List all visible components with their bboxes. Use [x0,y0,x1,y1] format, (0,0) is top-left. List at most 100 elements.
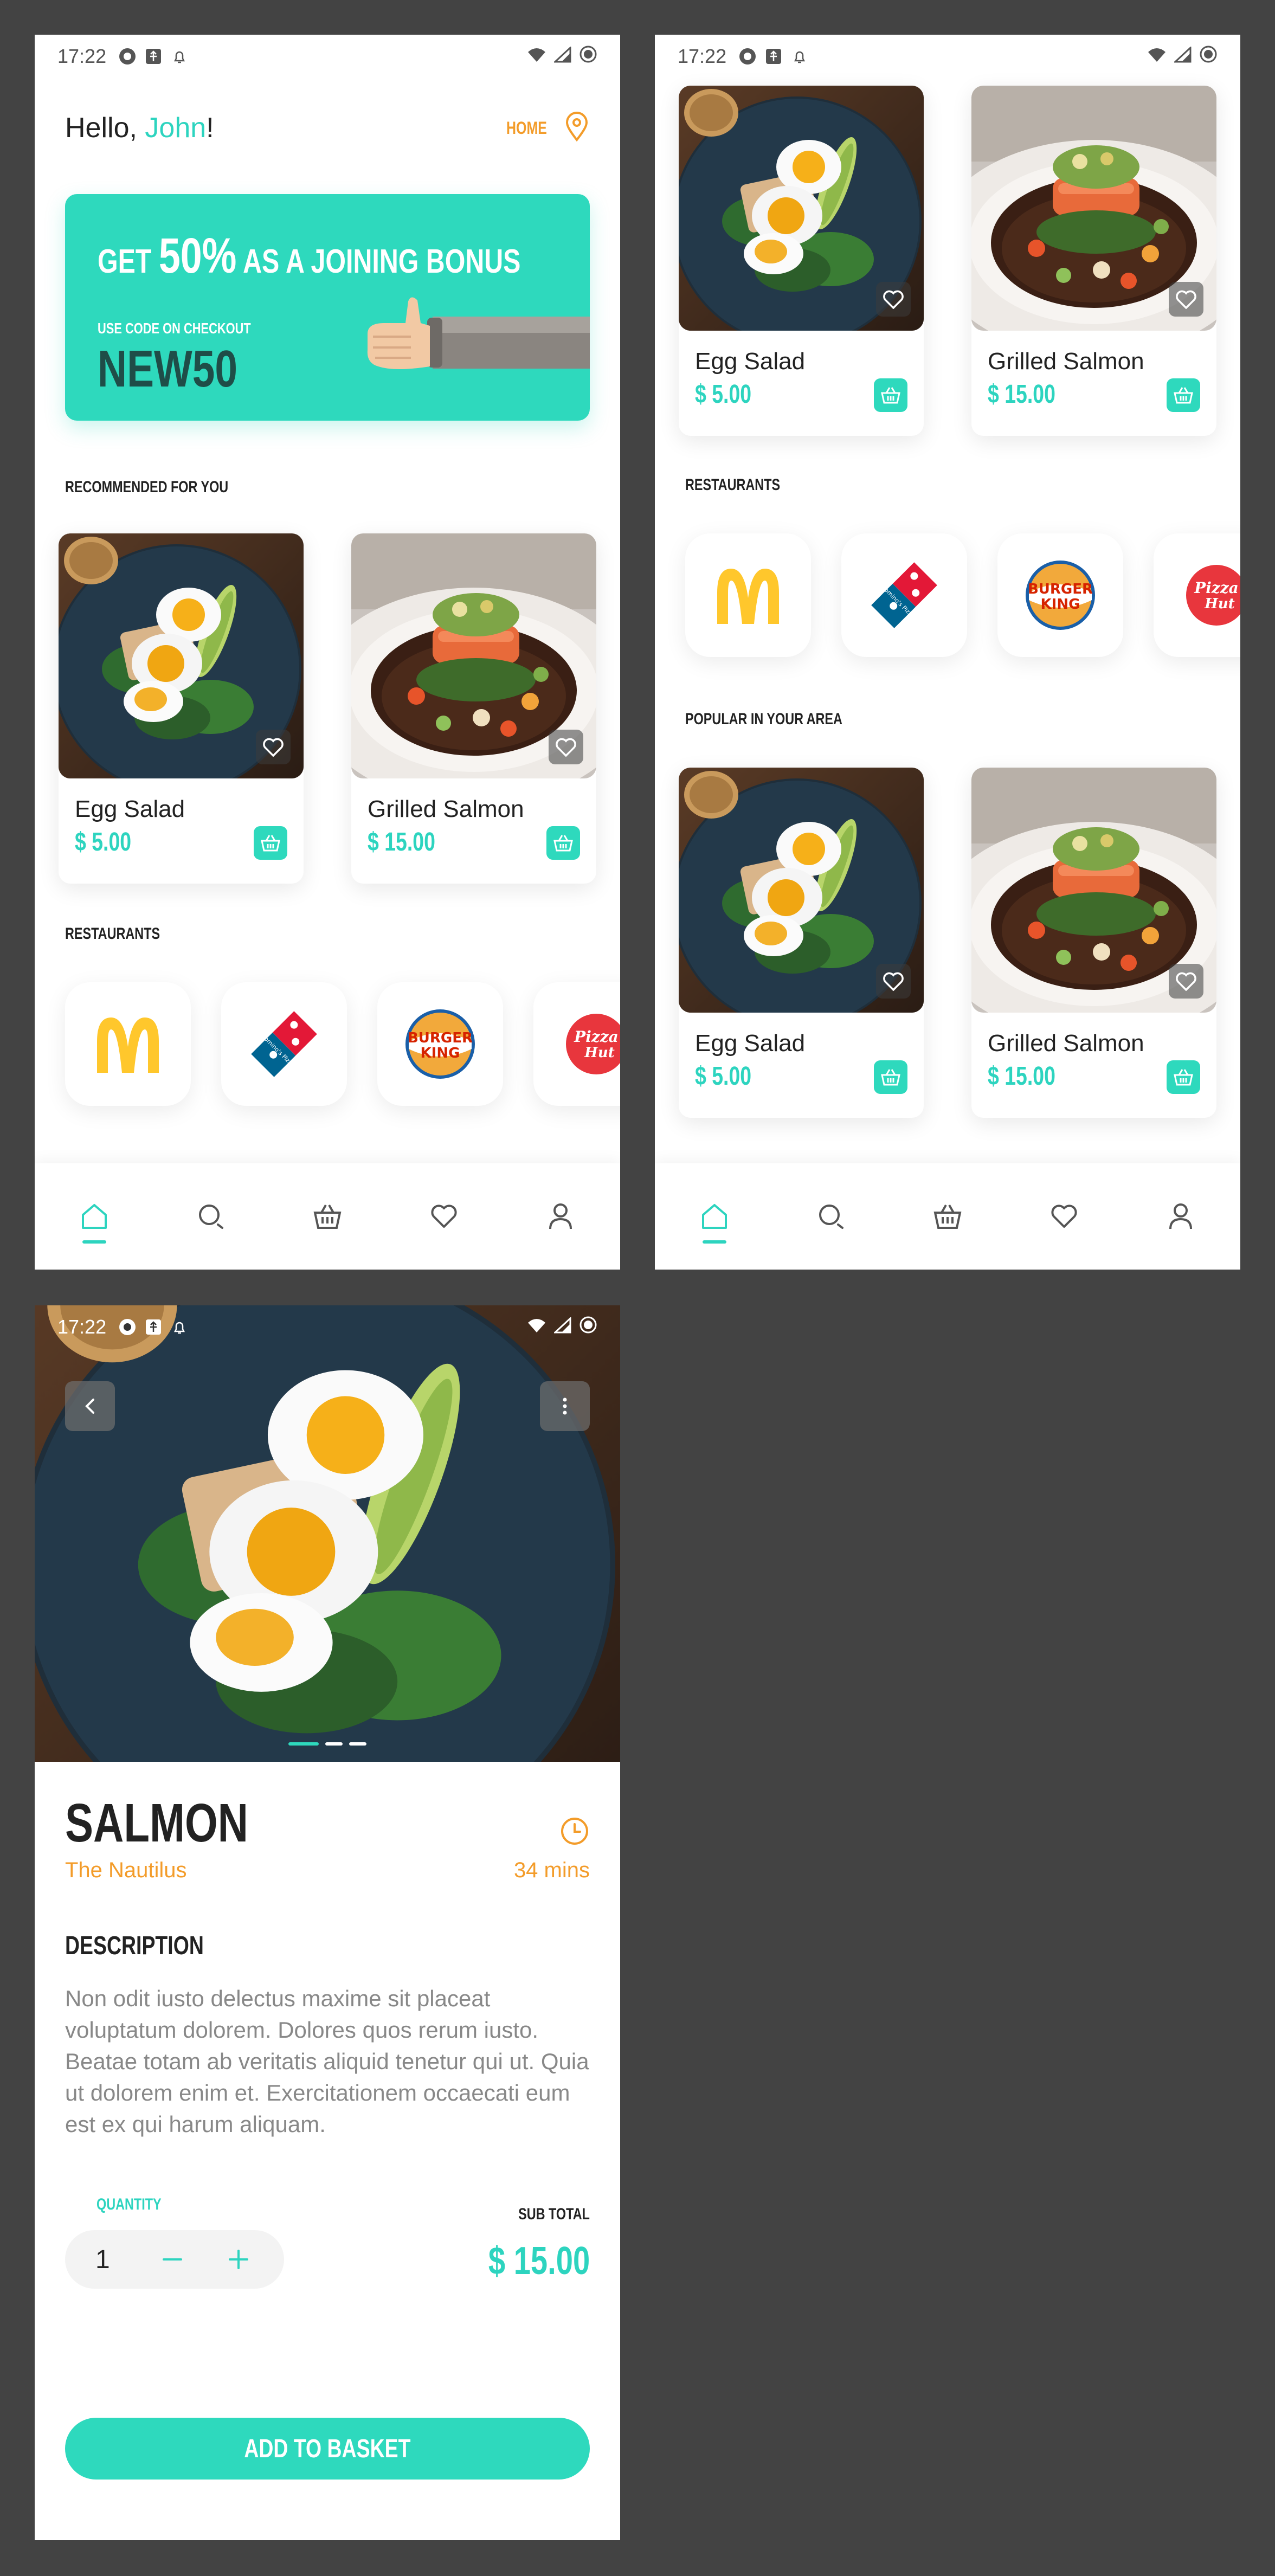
restaurant-mcdonalds[interactable] [65,982,191,1106]
favorite-heart-icon[interactable] [876,964,911,999]
decrease-quantity-button[interactable] [156,2243,189,2276]
restaurant-pizza-hut[interactable]: Pizza Hut [1154,533,1240,657]
wifi-icon [527,45,546,68]
add-basket-icon[interactable] [254,826,287,860]
delivery-time: 34 mins [513,1858,590,1882]
promo-code: NEW50 [98,340,237,398]
nav-basket[interactable] [306,1195,349,1238]
pizza-hut-text-pizza: Pizza [574,1028,619,1046]
nav-home[interactable] [693,1195,736,1238]
basket-icon [313,1205,342,1229]
restaurant-mcdonalds[interactable] [685,533,811,657]
add-basket-icon[interactable] [874,1060,907,1094]
battery-icon [579,45,597,68]
food-name: Grilled Salmon [368,796,524,822]
nav-profile[interactable] [1159,1195,1202,1238]
product-title: SALMON [65,1793,248,1853]
pizza-hut-text-hut: Hut [1204,596,1234,612]
page-dot[interactable] [325,1742,343,1746]
add-basket-icon[interactable] [874,378,907,412]
nav-search[interactable] [809,1195,853,1238]
heart-icon [431,1205,457,1228]
food-card-egg-salad[interactable]: Egg Salad $ 5.00 [59,533,304,884]
subtotal-label: SUB TOTAL [518,2205,590,2223]
section-title-popular: POPULAR IN YOUR AREA [685,710,842,728]
food-card-egg-salad[interactable]: Egg Salad $ 5.00 [679,86,924,436]
nav-basket[interactable] [926,1195,969,1238]
nav-favorites[interactable] [1042,1195,1086,1238]
nav-favorites[interactable] [422,1195,466,1238]
page-dot-active[interactable] [288,1742,319,1746]
food-price: $ 5.00 [695,1062,752,1091]
nav-active-indicator [703,1240,726,1244]
add-basket-icon[interactable] [1167,378,1200,412]
food-price: $ 5.00 [695,380,752,409]
food-card-grilled-salmon[interactable]: Grilled Salmon $ 15.00 [971,86,1216,436]
restaurant-dominos[interactable]: Domino's Pizza [841,533,967,657]
dominos-logo: Domino's Pizza [871,562,937,628]
food-card-grilled-salmon[interactable]: Grilled Salmon $ 15.00 [351,533,596,884]
page-dot[interactable] [349,1742,366,1746]
status-time: 17:22 [57,1316,107,1338]
bell-icon [790,47,809,66]
battery-icon [579,1316,597,1339]
quantity-stepper[interactable]: 1 [65,2230,284,2289]
restaurant-pizza-hut[interactable]: Pizza Hut [533,982,620,1106]
food-price: $ 15.00 [368,828,435,856]
home-screen-scrolled: 17:22 Egg Salad $ 5.00 Grilled Salmon $ … [655,35,1240,1270]
plus-icon [229,2250,248,2269]
nav-profile[interactable] [539,1195,582,1238]
restaurant-burger-king[interactable]: BURGER KING [997,533,1123,657]
restaurant-dominos[interactable]: Domino's Pizza [221,982,347,1106]
add-basket-icon[interactable] [1167,1060,1200,1094]
promo-prefix: GET [98,243,159,280]
pizza-hut-text-pizza: Pizza [1194,579,1239,597]
food-name: Grilled Salmon [988,348,1144,375]
nav-home[interactable] [73,1195,116,1238]
promo-headline: GET 50% AS A JOINING BONUS [98,228,520,285]
product-detail-screen: 17:22 SALMON The Nautilus 34 mins DESCRI… [35,1305,620,2540]
add-basket-icon[interactable] [546,826,580,860]
food-price: $ 5.00 [75,828,132,856]
restaurant-name[interactable]: The Nautilus [65,1858,187,1883]
food-card-grilled-salmon[interactable]: Grilled Salmon $ 15.00 [971,768,1216,1118]
profile-icon [549,1203,572,1229]
dominos-logo: Domino's Pizza [251,1011,317,1077]
food-name: Grilled Salmon [988,1030,1144,1057]
wifi-icon [527,1316,546,1338]
status-bar: 17:22 [35,35,620,78]
mcdonalds-logo [97,1017,159,1073]
more-options-button[interactable] [540,1381,590,1431]
favorite-heart-icon[interactable] [549,730,583,764]
pizza-hut-logo: Pizza Hut [1186,565,1240,626]
app-notification-icon [118,1318,137,1336]
status-bar: 17:22 [655,35,1240,78]
favorite-heart-icon[interactable] [876,282,911,317]
burger-king-logo: BURGER KING [405,1009,475,1079]
promo-banner[interactable]: GET 50% AS A JOINING BONUS USE CODE ON C… [65,194,590,421]
home-icon [702,1204,727,1229]
clock-icon [559,1816,590,1849]
food-card-egg-salad[interactable]: Egg Salad $ 5.00 [679,768,924,1118]
favorite-heart-icon[interactable] [256,730,291,764]
increase-quantity-button[interactable] [222,2243,255,2276]
signal-icon [553,1316,571,1338]
location-pin-icon [564,112,590,144]
location-label: HOME [506,118,547,138]
favorite-heart-icon[interactable] [1169,282,1203,317]
section-title-recommended: RECOMMENDED FOR YOU [65,478,229,496]
heart-icon [1051,1205,1077,1228]
greeting: Hello, John! [65,112,214,144]
add-to-basket-button[interactable]: ADD TO BASKET [65,2418,590,2480]
favorite-heart-icon[interactable] [1169,964,1203,999]
nav-search[interactable] [189,1195,233,1238]
food-name: Egg Salad [75,796,185,822]
restaurant-burger-king[interactable]: BURGER KING [377,982,503,1106]
burger-king-logo: BURGER KING [1026,561,1095,630]
bell-icon [170,1318,189,1336]
pizza-hut-logo: Pizza Hut [566,1014,620,1074]
bk-text-king: KING [421,1045,460,1061]
back-button[interactable] [65,1381,115,1431]
promo-suffix: AS A JOINING BONUS [236,243,521,280]
location-selector[interactable]: HOME [506,112,590,144]
